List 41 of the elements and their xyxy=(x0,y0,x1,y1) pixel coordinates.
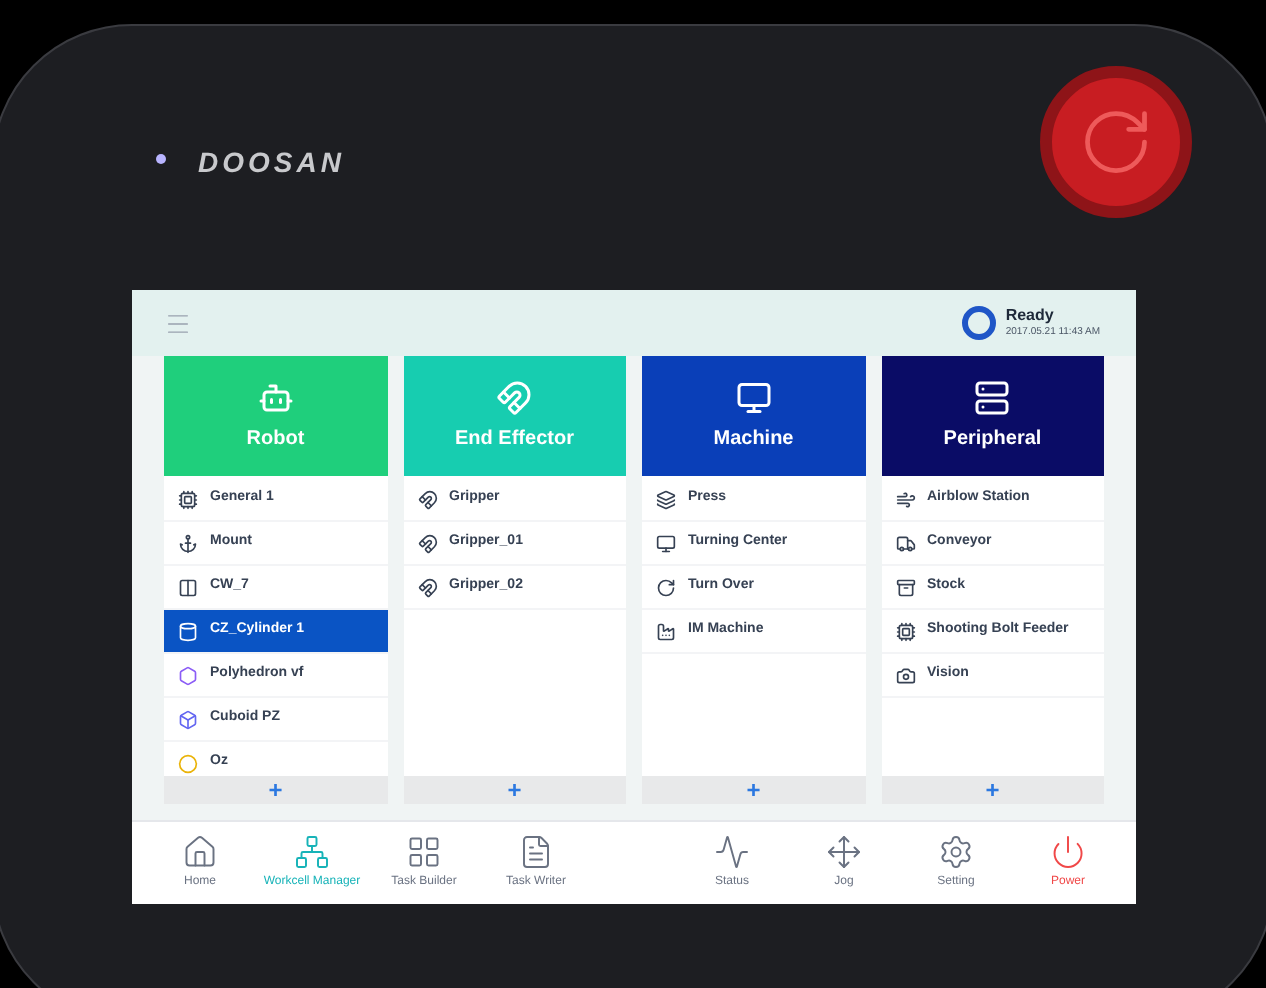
item-icon xyxy=(656,577,676,597)
item-icon xyxy=(178,665,198,685)
add-button[interactable]: + xyxy=(642,776,865,804)
add-button[interactable]: + xyxy=(403,776,626,804)
brand-logo: DOOSAN xyxy=(198,144,345,182)
item-icon xyxy=(417,489,437,509)
indicator-light-icon xyxy=(156,154,166,164)
item-icon xyxy=(178,533,198,553)
item-icon xyxy=(656,533,676,553)
item-icon xyxy=(895,533,915,553)
category-header[interactable]: Peripheral xyxy=(881,356,1104,476)
status-text: Ready xyxy=(1005,308,1056,324)
add-button[interactable]: + xyxy=(164,776,387,804)
nav-icon xyxy=(714,834,750,870)
item-icon xyxy=(895,621,915,641)
item-icon xyxy=(417,577,437,597)
nav-icon xyxy=(826,834,862,870)
nav-icon xyxy=(182,834,218,870)
item-icon xyxy=(417,533,437,553)
category-header[interactable]: Machine xyxy=(642,356,865,476)
category-icon xyxy=(974,379,1011,415)
nav-icon xyxy=(406,834,442,870)
category-icon xyxy=(496,379,533,415)
nav-icon xyxy=(518,834,554,870)
nav-icon xyxy=(1050,834,1086,870)
category-icon xyxy=(257,379,294,415)
item-icon xyxy=(895,489,915,509)
add-button[interactable]: + xyxy=(881,776,1104,804)
item-icon xyxy=(178,577,198,597)
nav-icon xyxy=(294,834,330,870)
item-icon xyxy=(178,621,198,641)
item-icon xyxy=(178,489,198,509)
status-ring-icon xyxy=(961,306,996,340)
item-icon xyxy=(656,489,676,509)
item-icon xyxy=(895,577,915,597)
item-icon xyxy=(656,621,676,641)
category-icon xyxy=(735,379,772,415)
item-icon xyxy=(178,753,198,773)
item-icon xyxy=(895,665,915,685)
item-icon xyxy=(178,709,198,729)
nav-icon xyxy=(938,834,974,870)
